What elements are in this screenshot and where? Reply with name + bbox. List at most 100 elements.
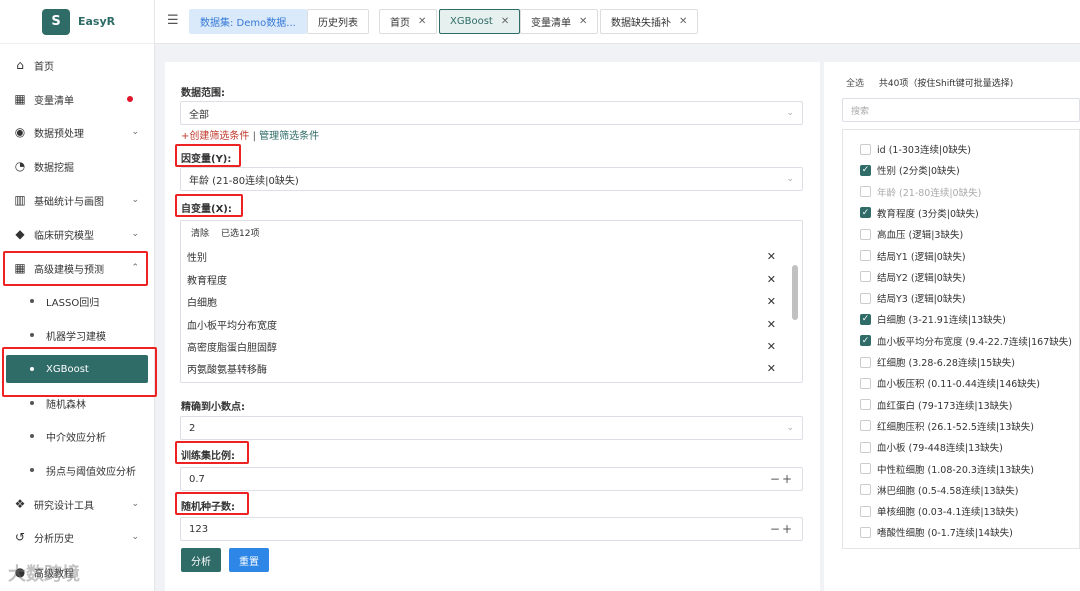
sidebar-item-history[interactable]: ↺ 分析历史 ⌄ [0,523,155,551]
tab-history-list[interactable]: 历史列表 [307,9,369,34]
remove-icon[interactable]: ✕ [767,273,776,286]
variable-item[interactable]: 嗜酸性细胞 (0-1.7连续|14缺失) [860,522,1013,542]
variable-item[interactable]: 红细胞 (3.28-6.28连续|15缺失) [860,352,1015,372]
tab-imputation[interactable]: 数据缺失插补 ✕ [600,9,699,34]
variable-item[interactable]: ✓ 血小板平均分布宽度 (9.4-22.7连续|167缺失) [860,331,1072,351]
manage-filter-link[interactable]: 管理筛选条件 [259,131,319,142]
checkbox-checked-icon[interactable]: ✓ [860,335,871,347]
search-placeholder: 搜索 [851,106,870,117]
checkbox-icon[interactable] [860,441,871,453]
sidebar-subitem-xgboost[interactable]: XGBoost [6,355,148,383]
variable-item[interactable]: 结局Y3 (逻辑|0缺失) [860,288,966,308]
sidebar-item-variables[interactable]: ▦ 变量清单 [0,85,155,113]
remove-icon[interactable]: ✕ [767,340,776,353]
checkbox-icon[interactable] [860,484,871,496]
sidebar-subitem-lasso[interactable]: LASSO回归 [0,287,155,315]
variable-item[interactable]: 血小板 (79-448连续|13缺失) [860,437,1003,457]
selected-variable: 血小板平均分布宽度 ✕ [187,313,782,335]
dependent-select[interactable]: 年龄 (21-80连续|0缺失) ⌄ [180,167,803,191]
sidebar-subitem-mediation[interactable]: 中介效应分析 [0,422,155,450]
variable-item[interactable]: 红细胞压积 (26.1-52.5连续|13缺失) [860,416,1034,436]
scrollbar-thumb[interactable] [792,265,798,320]
checkbox-icon[interactable] [860,377,871,389]
sidebar-item-design-tools[interactable]: ❖ 研究设计工具 ⌄ [0,490,155,518]
variable-item[interactable]: 血小板压积 (0.11-0.44连续|146缺失) [860,373,1040,393]
variable-item[interactable]: 结局Y1 (逻辑|0缺失) [860,246,966,266]
variable-item[interactable]: id (1-303连续|0缺失) [860,139,971,159]
select-all-button[interactable]: 全选 [846,79,864,89]
analyze-button[interactable]: 分析 [181,548,221,572]
sidebar-item-home[interactable]: ⌂ 首页 [0,51,155,79]
multiselect-header: 清除 已选12项 [181,221,802,243]
app-logo[interactable]: S EasyR [0,0,154,44]
stepper-icon[interactable]: −+ [770,522,794,536]
checkbox-icon[interactable] [860,420,871,432]
create-filter-link[interactable]: +创建筛选条件 [181,131,249,142]
remove-icon[interactable]: ✕ [767,362,776,375]
checkbox-icon[interactable] [860,399,871,411]
checkbox-icon[interactable] [860,228,871,240]
sidebar-item-advanced-modeling[interactable]: ▦ 高级建模与预测 ⌃ [0,254,155,282]
chevron-down-icon: ⌄ [786,423,794,433]
seed-input[interactable]: 123 −+ [180,517,803,541]
clear-button[interactable]: 清除 [191,226,209,239]
bar-chart-icon: ▥ [14,193,26,207]
remove-icon[interactable]: ✕ [767,295,776,308]
checkbox-icon[interactable] [860,505,871,517]
tab-label: 历史列表 [318,18,358,29]
tab-variables[interactable]: 变量清单 ✕ [520,9,599,34]
tab-xgboost[interactable]: XGBoost ✕ [439,9,521,34]
scrollbar[interactable] [792,249,798,374]
independent-multiselect[interactable]: 清除 已选12项 性别 ✕ 教育程度 ✕ 白细胞 ✕ 血小板平均分布宽度 ✕ 高… [180,220,803,383]
checkbox-checked-icon[interactable]: ✓ [860,207,871,219]
checkbox-icon[interactable] [860,463,871,474]
checkbox-checked-icon[interactable]: ✓ [860,313,871,325]
remove-icon[interactable]: ✕ [767,250,776,263]
logo-icon: S [42,8,70,35]
train-ratio-input[interactable]: 0.7 −+ [180,467,803,491]
close-icon[interactable]: ✕ [579,16,587,27]
sidebar-item-clinical[interactable]: ◆ 临床研究模型 ⌄ [0,220,155,248]
checkbox-icon[interactable] [860,526,871,538]
close-icon[interactable]: ✕ [679,16,687,27]
checkbox-icon[interactable] [860,143,871,155]
sidebar-item-preprocess[interactable]: ◉ 数据预处理 ⌄ [0,118,155,146]
variable-item[interactable]: ✓ 教育程度 (3分类|0缺失) [860,203,979,223]
checkbox-icon[interactable] [860,292,871,304]
stepper-icon[interactable]: −+ [770,472,794,486]
sidebar-item-mining[interactable]: ◔ 数据挖掘 [0,152,155,180]
checkbox-checked-icon[interactable]: ✓ [860,164,871,176]
selected-variable-label: 丙氨酸氨基转移酶 [187,364,267,376]
variable-item[interactable]: ✓ 白细胞 (3-21.91连续|13缺失) [860,309,1006,329]
sidebar-item-label: 基础统计与画图 [34,196,104,208]
sidebar-subitem-random-forest[interactable]: 随机森林 [0,389,155,417]
range-select[interactable]: 全部 ⌄ [180,101,803,125]
chevron-down-icon: ⌄ [786,174,794,184]
variable-item-label: 结局Y3 (逻辑|0缺失) [877,294,966,306]
decimal-select[interactable]: 2 ⌄ [180,416,803,440]
variable-search-input[interactable]: 搜索 [842,98,1080,122]
variable-item-label: 血小板平均分布宽度 (9.4-22.7连续|167缺失) [877,336,1072,348]
variable-item[interactable]: 中性粒细胞 (1.08-20.3连续|13缺失) [860,459,1034,479]
tab-home[interactable]: 首页 ✕ [379,9,438,34]
sidebar-subitem-threshold[interactable]: 拐点与阈值效应分析 [0,456,155,484]
tab-dataset[interactable]: 数据集: Demo数据... [189,9,307,34]
sidebar-subitem-ml[interactable]: 机器学习建模 [0,321,155,349]
sidebar: S EasyR ⌂ 首页 ▦ 变量清单 ◉ 数据预处理 ⌄ ◔ 数据挖掘 ▥ 基… [0,0,157,591]
reset-button[interactable]: 重置 [229,548,269,572]
checkbox-icon[interactable] [860,250,871,261]
variable-item[interactable]: 单核细胞 (0.03-4.1连续|13缺失) [860,501,1018,521]
variable-item[interactable]: 血红蛋白 (79-173连续|13缺失) [860,395,1012,415]
checkbox-icon[interactable] [860,271,871,283]
menu-collapse-icon[interactable]: ☰ [167,13,179,28]
range-label: 数据范围: [181,88,225,99]
variable-item[interactable]: ✓ 性别 (2分类|0缺失) [860,160,960,180]
close-icon[interactable]: ✕ [501,16,509,27]
variable-item[interactable]: 淋巴细胞 (0.5-4.58连续|13缺失) [860,480,1018,500]
variable-item[interactable]: 高血压 (逻辑|3缺失) [860,224,963,244]
checkbox-icon[interactable] [860,356,871,368]
variable-item[interactable]: 结局Y2 (逻辑|0缺失) [860,267,966,287]
remove-icon[interactable]: ✕ [767,318,776,331]
sidebar-item-stats[interactable]: ▥ 基础统计与画图 ⌄ [0,186,155,214]
close-icon[interactable]: ✕ [418,16,426,27]
